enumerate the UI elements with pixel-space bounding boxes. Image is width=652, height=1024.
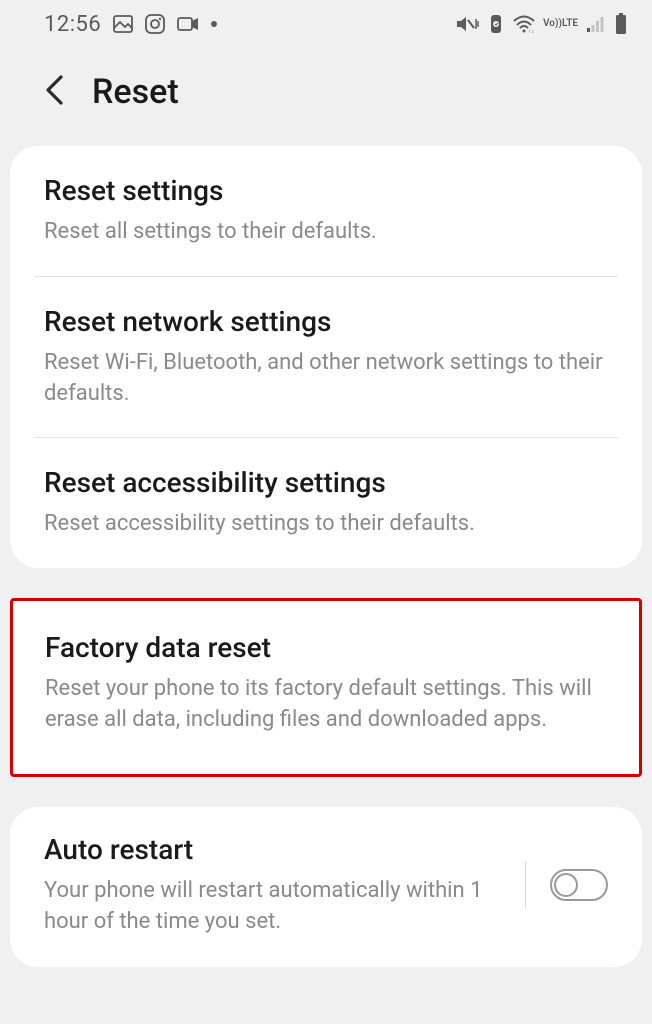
item-subtitle: Reset your phone to its factory default … xyxy=(45,674,607,736)
item-title: Reset settings xyxy=(44,174,608,207)
factory-data-reset-item[interactable]: Factory data reset Reset your phone to i… xyxy=(13,601,639,774)
item-subtitle: Your phone will restart automatically wi… xyxy=(44,876,509,938)
status-time: 12:56 xyxy=(44,12,101,37)
item-title: Auto restart xyxy=(44,833,509,866)
item-subtitle: Reset Wi-Fi, Bluetooth, and other networ… xyxy=(44,348,608,410)
item-subtitle: Reset all settings to their defaults. xyxy=(44,217,608,248)
auto-restart-card: Auto restart Your phone will restart aut… xyxy=(10,807,642,968)
reset-options-card: Reset settings Reset all settings to the… xyxy=(10,146,642,568)
item-title: Reset network settings xyxy=(44,305,608,338)
data-saver-icon xyxy=(487,14,505,34)
reset-network-settings-item[interactable]: Reset network settings Reset Wi-Fi, Blue… xyxy=(10,277,642,438)
item-subtitle: Reset accessibility settings to their de… xyxy=(44,509,608,540)
auto-restart-toggle[interactable] xyxy=(550,869,608,901)
factory-data-reset-card: Factory data reset Reset your phone to i… xyxy=(10,598,642,777)
reset-settings-item[interactable]: Reset settings Reset all settings to the… xyxy=(10,146,642,276)
mute-vibrate-icon xyxy=(455,14,479,34)
toggle-knob xyxy=(554,873,578,897)
divider xyxy=(525,861,526,909)
status-bar: 12:56 ↑↓ Vo))LTE xyxy=(0,0,652,44)
page-header: Reset xyxy=(0,44,652,146)
back-icon[interactable] xyxy=(42,73,66,111)
gallery-icon xyxy=(113,15,133,33)
page-title: Reset xyxy=(92,72,179,112)
instagram-icon xyxy=(145,14,165,34)
more-dot-icon xyxy=(211,21,217,27)
auto-restart-item[interactable]: Auto restart Your phone will restart aut… xyxy=(10,807,642,968)
volte-icon: Vo))LTE xyxy=(543,19,578,29)
svg-text:↑↓: ↑↓ xyxy=(528,28,534,33)
wifi-icon: ↑↓ xyxy=(513,15,535,33)
item-title: Factory data reset xyxy=(45,631,607,664)
signal-icon xyxy=(586,15,606,33)
camera-icon xyxy=(177,16,199,32)
battery-icon xyxy=(614,13,628,35)
reset-accessibility-settings-item[interactable]: Reset accessibility settings Reset acces… xyxy=(10,438,642,568)
item-title: Reset accessibility settings xyxy=(44,466,608,499)
